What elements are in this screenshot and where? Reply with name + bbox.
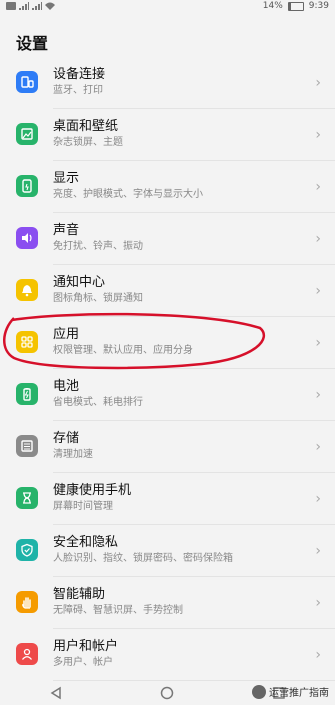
settings-item[interactable]: 用户和帐户多用户、帐户 › [0, 629, 335, 681]
settings-item-subtitle: 亮度、护眼模式、字体与显示大小 [53, 189, 203, 200]
status-right: 14% 9:39 [263, 1, 329, 11]
settings-item-text: 显示亮度、护眼模式、字体与显示大小 [53, 171, 305, 202]
storage-icon [16, 435, 38, 457]
signal-icon [32, 2, 42, 10]
settings-item-subtitle: 免打扰、铃声、振动 [53, 241, 143, 252]
settings-item-subtitle: 人脸识别、指纹、锁屏密码、密码保险箱 [53, 553, 233, 564]
settings-item[interactable]: 电池省电模式、耗电排行 › [0, 369, 335, 421]
status-bar: 14% 9:39 [0, 0, 335, 14]
settings-item-subtitle: 屏幕时间管理 [53, 501, 113, 512]
home-icon[interactable] [158, 684, 176, 702]
display-icon [16, 175, 38, 197]
settings-item[interactable]: 桌面和壁纸杂志锁屏、主题 › [0, 109, 335, 161]
settings-item[interactable]: 声音免打扰、铃声、振动 › [0, 213, 335, 265]
chevron-right-icon: › [315, 439, 321, 455]
settings-item-title: 设备连接 [53, 67, 106, 82]
user-icon [16, 643, 38, 665]
back-icon[interactable] [47, 684, 65, 702]
settings-list: 设备连接 蓝牙、打印 › 桌面和壁纸 杂志锁屏、主题 › 显示 亮度、护眼模式、字体与显示大小… [0, 57, 335, 681]
settings-item-title: 健康使用手机 [53, 483, 132, 498]
settings-item-text: 声音免打扰、铃声、振动 [53, 223, 305, 254]
chevron-right-icon: › [315, 283, 321, 299]
settings-item[interactable]: 存储清理加速 › [0, 421, 335, 473]
hand-icon [16, 591, 38, 613]
settings-item-title: 桌面和壁纸 [53, 119, 119, 134]
settings-item-title: 电池 [53, 379, 80, 394]
battery-icon [16, 383, 38, 405]
battery-icon [287, 1, 304, 11]
settings-item[interactable]: 应用权限管理、默认应用、应用分身 › [0, 317, 335, 369]
chevron-right-icon: › [315, 387, 321, 403]
settings-item-title: 声音 [53, 223, 80, 238]
chevron-right-icon: › [315, 647, 321, 663]
apps-icon [16, 331, 38, 353]
chevron-right-icon: › [315, 75, 321, 91]
chevron-right-icon: › [315, 127, 321, 143]
settings-item[interactable]: 通知中心图标角标、锁屏通知 › [0, 265, 335, 317]
settings-item[interactable]: 智能辅助无障碍、智慧识屏、手势控制 › [0, 577, 335, 629]
settings-item[interactable]: 安全和隐私人脸识别、指纹、锁屏密码、密码保险箱 › [0, 525, 335, 577]
settings-item-subtitle: 清理加速 [53, 449, 93, 460]
sound-icon [16, 227, 38, 249]
battery-fill [288, 2, 291, 10]
devices-icon [16, 71, 38, 93]
settings-item-text: 设备连接 蓝牙、打印 [53, 67, 305, 98]
wifi-icon [45, 2, 55, 10]
settings-item-text: 通知中心图标角标、锁屏通知 [53, 275, 305, 306]
settings-item-title: 通知中心 [53, 275, 106, 290]
wallpaper-icon [16, 123, 38, 145]
settings-item-title: 应用 [53, 327, 80, 342]
notification-icon [6, 2, 16, 10]
battery-percent: 14% [262, 1, 283, 11]
status-left [6, 2, 55, 10]
settings-item-text: 桌面和壁纸杂志锁屏、主题 [53, 119, 305, 150]
watermark-logo-icon [252, 684, 266, 699]
settings-item-text: 用户和帐户多用户、帐户 [53, 639, 305, 670]
settings-item-subtitle: 杂志锁屏、主题 [53, 137, 123, 148]
settings-item-subtitle: 省电模式、耗电排行 [53, 397, 143, 408]
chevron-right-icon: › [315, 595, 321, 611]
hourglass-icon [16, 487, 38, 509]
settings-item[interactable]: 显示亮度、护眼模式、字体与显示大小 › [0, 161, 335, 213]
chevron-right-icon: › [315, 335, 321, 351]
clock: 9:39 [308, 1, 329, 11]
chevron-right-icon: › [315, 179, 321, 195]
settings-item-title: 显示 [53, 171, 80, 186]
settings-item-title: 用户和帐户 [53, 639, 119, 654]
notification-icon [16, 279, 38, 301]
settings-item-text: 安全和隐私人脸识别、指纹、锁屏密码、密码保险箱 [53, 535, 305, 566]
settings-item-text: 智能辅助无障碍、智慧识屏、手势控制 [53, 587, 305, 618]
settings-item-subtitle: 权限管理、默认应用、应用分身 [53, 345, 193, 356]
settings-item-subtitle: 蓝牙、打印 [53, 85, 103, 96]
page-title: 设置 [16, 34, 49, 53]
signal-icon [19, 2, 29, 10]
shield-icon [16, 539, 38, 561]
chevron-right-icon: › [315, 231, 321, 247]
settings-item-subtitle: 无障碍、智慧识屏、手势控制 [53, 605, 183, 616]
chevron-right-icon: › [315, 491, 321, 507]
settings-item-title: 存储 [53, 431, 80, 446]
watermark-text: 运营推广指南 [269, 688, 329, 699]
settings-item-text: 应用权限管理、默认应用、应用分身 [53, 327, 305, 358]
settings-item[interactable]: 设备连接蓝牙、打印 › [0, 57, 335, 109]
settings-item-title: 安全和隐私 [53, 535, 119, 550]
settings-item-text: 电池省电模式、耗电排行 [53, 379, 305, 410]
settings-item[interactable]: 健康使用手机屏幕时间管理 › [0, 473, 335, 525]
settings-item-subtitle: 多用户、帐户 [53, 657, 113, 668]
chevron-right-icon: › [315, 543, 321, 559]
settings-item-text: 健康使用手机屏幕时间管理 [53, 483, 305, 514]
watermark: 运营推广指南 [252, 684, 329, 699]
settings-item-subtitle: 图标角标、锁屏通知 [53, 293, 143, 304]
settings-item-text: 存储 清理加速 [53, 431, 305, 462]
settings-item-title: 智能辅助 [53, 587, 106, 602]
